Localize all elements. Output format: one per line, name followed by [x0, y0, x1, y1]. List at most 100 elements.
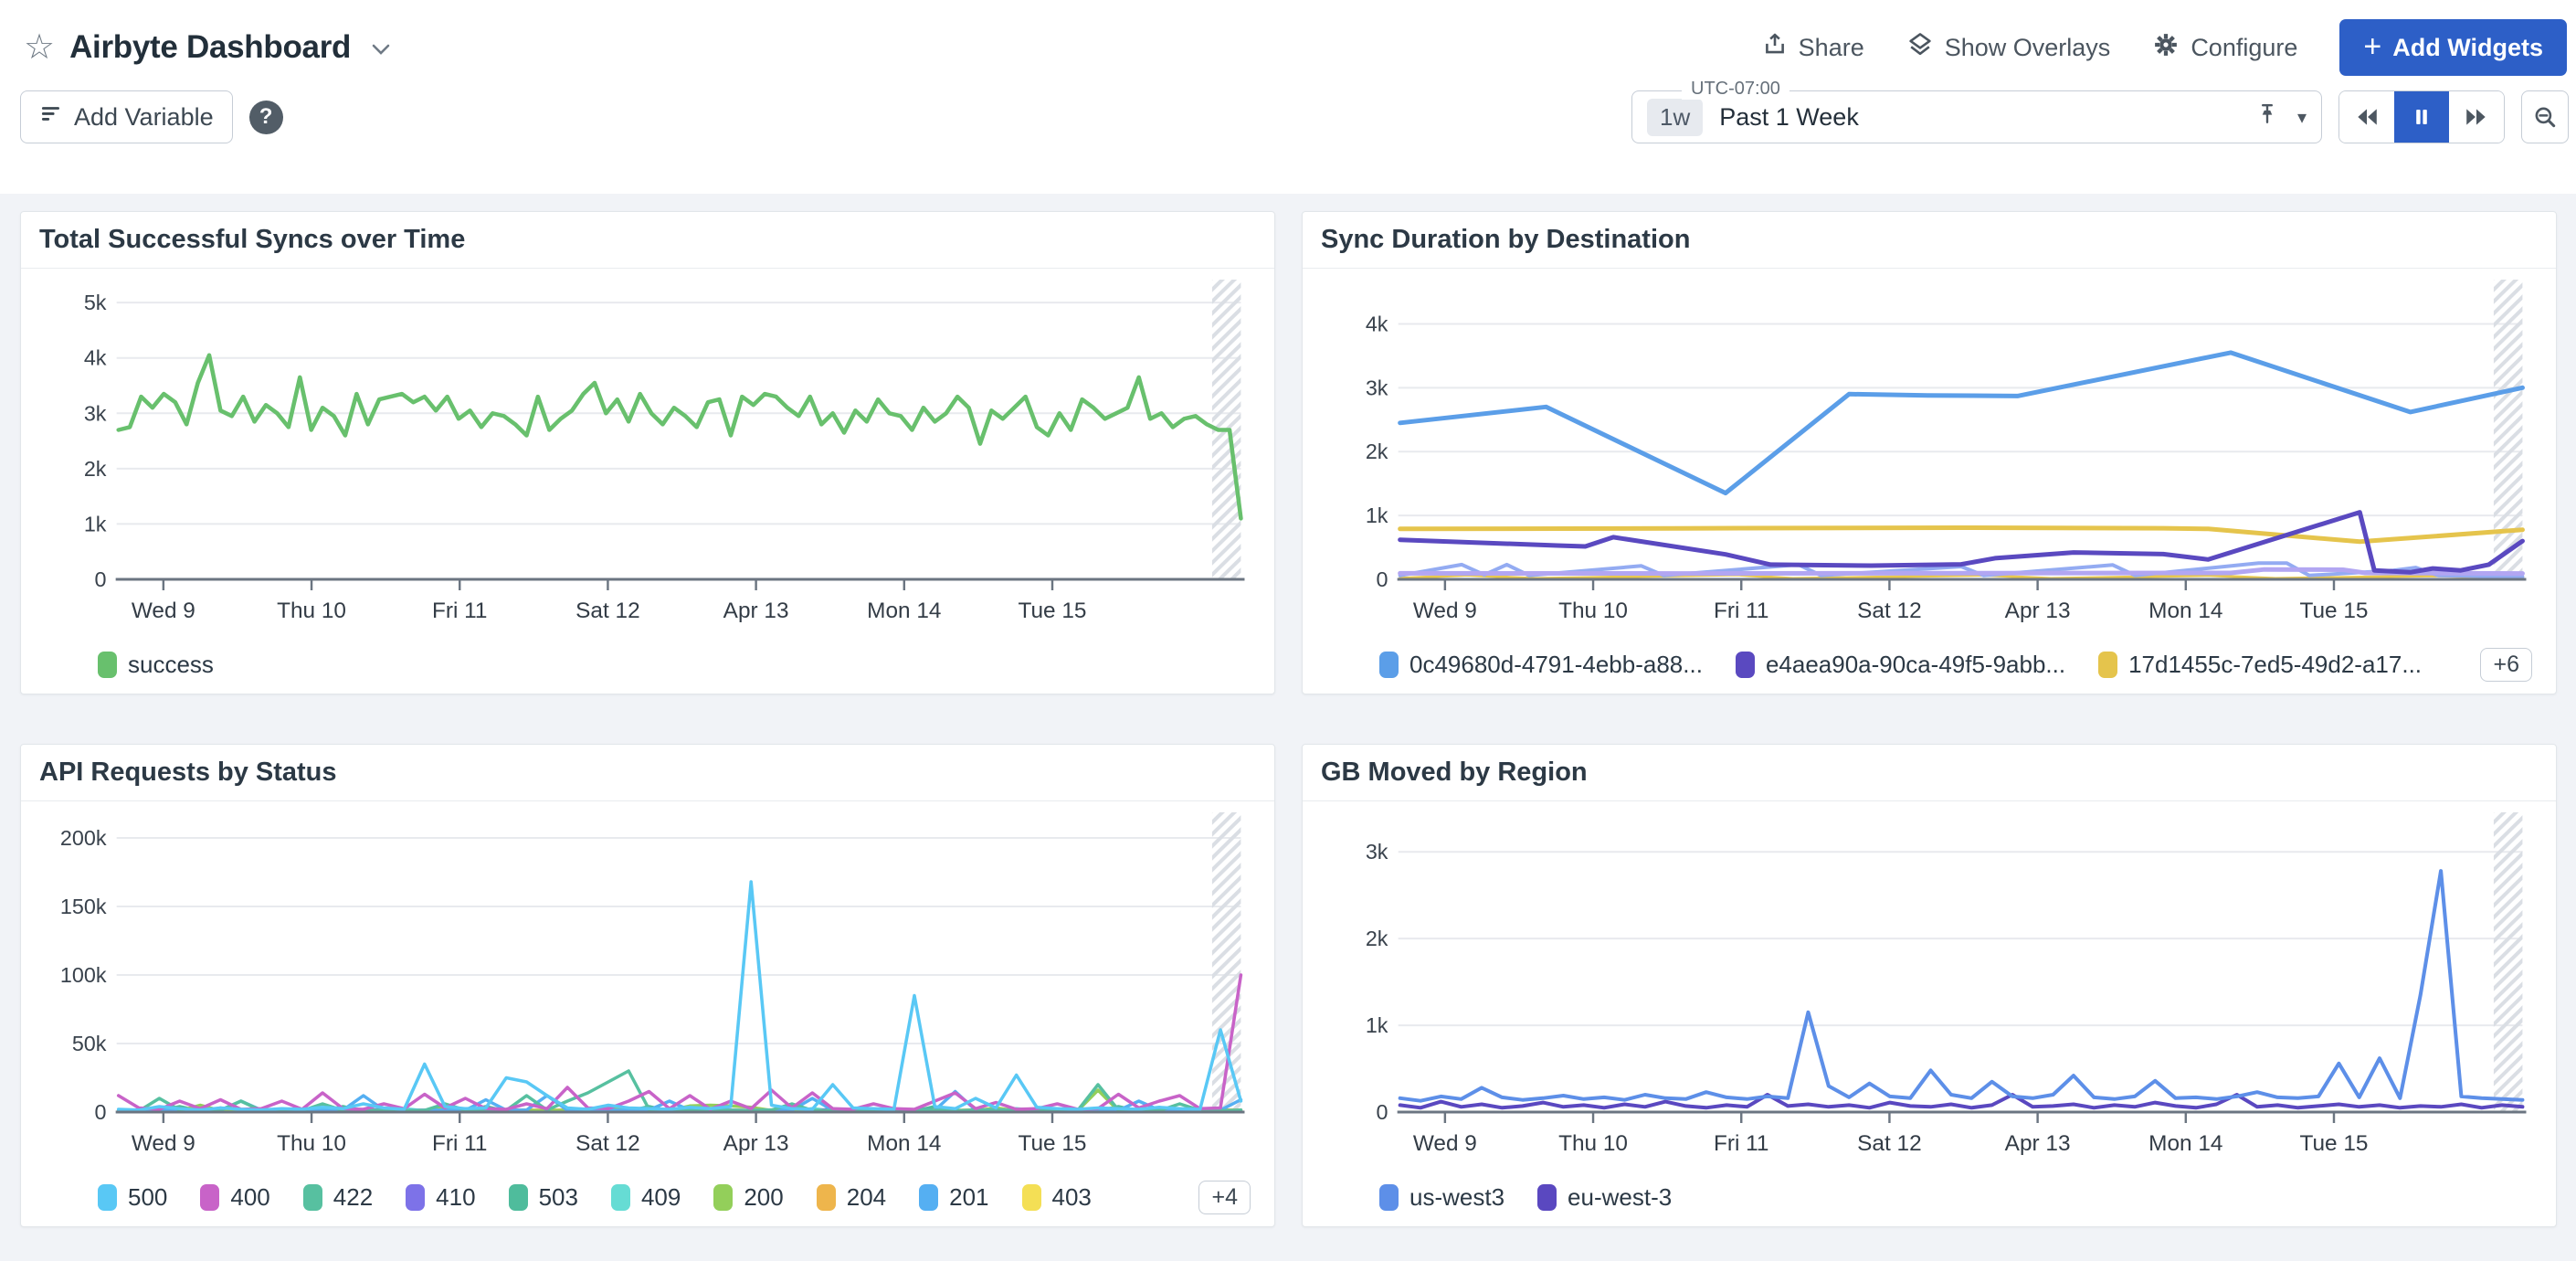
- svg-text:Thu 10: Thu 10: [1558, 1131, 1628, 1156]
- time-forward-button[interactable]: [2449, 91, 2504, 143]
- svg-text:Fri 11: Fri 11: [1714, 1131, 1769, 1156]
- svg-text:Mon 14: Mon 14: [867, 599, 941, 623]
- widget-total-successful-syncs: Total Successful Syncs over Time 01k2k3k…: [20, 211, 1275, 694]
- chart-canvas: 01k2k3k4kWed 9Thu 10Fri 11Sat 12Apr 13Mo…: [1303, 274, 2556, 641]
- svg-text:200k: 200k: [60, 826, 107, 850]
- widget-gb-moved-by-region: GB Moved by Region 01k2k3kWed 9Thu 10Fri…: [1302, 744, 2557, 1227]
- legend-item[interactable]: us-west3: [1379, 1183, 1504, 1212]
- favorite-star-icon[interactable]: ☆: [24, 30, 55, 65]
- legend-swatch: [817, 1184, 836, 1211]
- legend-item[interactable]: 409: [611, 1183, 681, 1212]
- share-button[interactable]: Share: [1762, 32, 1864, 64]
- legend-overflow-badge[interactable]: +4: [1198, 1181, 1251, 1214]
- svg-text:Fri 11: Fri 11: [432, 1131, 488, 1156]
- legend-label: 201: [949, 1183, 988, 1212]
- legend-swatch: [200, 1184, 219, 1211]
- legend-item[interactable]: 400: [200, 1183, 269, 1212]
- legend-item[interactable]: 0c49680d-4791-4ebb-a88...: [1379, 651, 1703, 679]
- svg-text:3k: 3k: [1366, 376, 1388, 400]
- widget-title[interactable]: Total Successful Syncs over Time: [21, 212, 1274, 269]
- chart-legend: us-west3 eu-west-3: [1303, 1174, 2556, 1225]
- chart-area: 01k2k3k4kWed 9Thu 10Fri 11Sat 12Apr 13Mo…: [1303, 274, 2556, 641]
- dashboard-header: ☆ Airbyte Dashboard Share: [0, 0, 2576, 194]
- svg-text:2k: 2k: [1366, 927, 1388, 950]
- svg-text:0: 0: [1377, 567, 1388, 591]
- zoom-out-button[interactable]: [2521, 90, 2569, 143]
- gear-icon: [2152, 31, 2180, 65]
- chart-canvas: 01k2k3kWed 9Thu 10Fri 11Sat 12Apr 13Mon …: [1303, 807, 2556, 1174]
- legend-label: 204: [847, 1183, 886, 1212]
- chart-area: 01k2k3kWed 9Thu 10Fri 11Sat 12Apr 13Mon …: [1303, 807, 2556, 1174]
- svg-text:Tue 15: Tue 15: [2299, 599, 2368, 623]
- svg-text:1k: 1k: [1366, 503, 1388, 527]
- svg-text:Wed 9: Wed 9: [132, 599, 195, 623]
- legend-item[interactable]: e4aea90a-90ca-49f5-9abb...: [1736, 651, 2065, 679]
- range-shortcut-pill[interactable]: 1w: [1647, 99, 1703, 136]
- legend-item[interactable]: 422: [303, 1183, 373, 1212]
- svg-text:150k: 150k: [60, 895, 107, 918]
- svg-text:0: 0: [1377, 1100, 1388, 1124]
- legend-overflow-badge[interactable]: +6: [2480, 648, 2532, 682]
- share-icon: [1762, 32, 1788, 64]
- time-backward-button[interactable]: [2339, 91, 2394, 143]
- header-title-row: ☆ Airbyte Dashboard Share: [0, 0, 2576, 77]
- add-widgets-label: Add Widgets: [2392, 34, 2543, 62]
- range-label: Past 1 Week: [1719, 103, 2255, 132]
- legend-label: 500: [128, 1183, 167, 1212]
- svg-text:4k: 4k: [84, 346, 107, 370]
- legend-swatch: [406, 1184, 425, 1211]
- configure-button[interactable]: Configure: [2152, 31, 2297, 65]
- help-icon[interactable]: ?: [249, 101, 283, 134]
- chart-canvas: 050k100k150k200kWed 9Thu 10Fri 11Sat 12A…: [21, 807, 1274, 1174]
- range-caret-icon[interactable]: ▾: [2297, 106, 2307, 129]
- svg-text:Apr 13: Apr 13: [723, 599, 789, 623]
- legend-item[interactable]: 17d1455c-7ed5-49d2-a17...: [2098, 651, 2422, 679]
- add-variable-button[interactable]: Add Variable: [20, 90, 233, 143]
- legend-item[interactable]: 403: [1022, 1183, 1092, 1212]
- widget-title[interactable]: GB Moved by Region: [1303, 745, 2556, 801]
- legend-item[interactable]: 410: [406, 1183, 475, 1212]
- legend-swatch: [713, 1184, 733, 1211]
- legend-swatch: [98, 1184, 117, 1211]
- svg-text:Mon 14: Mon 14: [867, 1131, 941, 1156]
- widget-api-requests-by-status: API Requests by Status 050k100k150k200kW…: [20, 744, 1275, 1227]
- legend-item[interactable]: 503: [509, 1183, 578, 1212]
- header-controls-row: Add Variable ? UTC-07:00 1w Past 1 Week …: [0, 90, 2576, 144]
- legend-item[interactable]: 204: [817, 1183, 886, 1212]
- svg-text:Tue 15: Tue 15: [1018, 599, 1086, 623]
- plus-icon: +: [2363, 31, 2381, 62]
- svg-text:Fri 11: Fri 11: [432, 599, 488, 623]
- widget-title[interactable]: Sync Duration by Destination: [1303, 212, 2556, 269]
- legend-item[interactable]: 200: [713, 1183, 783, 1212]
- legend-item[interactable]: success: [98, 651, 214, 679]
- widget-title[interactable]: API Requests by Status: [21, 745, 1274, 801]
- legend-swatch: [1379, 1184, 1399, 1211]
- legend-label: e4aea90a-90ca-49f5-9abb...: [1766, 651, 2065, 679]
- pin-icon[interactable]: [2255, 102, 2279, 132]
- svg-text:Apr 13: Apr 13: [723, 1131, 789, 1156]
- svg-text:100k: 100k: [60, 963, 107, 987]
- svg-text:Sat 12: Sat 12: [1857, 599, 1922, 623]
- legend-label: 503: [539, 1183, 578, 1212]
- svg-text:Thu 10: Thu 10: [1558, 599, 1628, 623]
- svg-text:4k: 4k: [1366, 313, 1388, 336]
- legend-item[interactable]: 201: [919, 1183, 988, 1212]
- legend-swatch: [509, 1184, 528, 1211]
- add-widgets-button[interactable]: + Add Widgets: [2339, 19, 2567, 76]
- legend-label: 400: [230, 1183, 269, 1212]
- svg-text:3k: 3k: [1366, 840, 1388, 864]
- title-dropdown-icon[interactable]: [369, 41, 393, 62]
- share-label: Share: [1799, 34, 1864, 62]
- pause-button[interactable]: [2394, 91, 2449, 143]
- svg-text:Fri 11: Fri 11: [1714, 599, 1769, 623]
- show-overlays-button[interactable]: Show Overlays: [1906, 32, 2111, 64]
- timezone-label: UTC-07:00: [1682, 79, 1789, 100]
- dashboard-grid: Total Successful Syncs over Time 0 1k 2k 3k…: [0, 194, 2576, 1227]
- svg-text:Tue 15: Tue 15: [1018, 1131, 1086, 1156]
- header-actions: Share Show Overlays Configure + Add: [1762, 19, 2567, 76]
- legend-item[interactable]: eu-west-3: [1537, 1183, 1672, 1212]
- legend-swatch: [303, 1184, 322, 1211]
- legend-item[interactable]: 500: [98, 1183, 167, 1212]
- time-range-picker[interactable]: UTC-07:00 1w Past 1 Week ▾: [1631, 90, 2322, 143]
- svg-text:Wed 9: Wed 9: [1413, 1131, 1477, 1156]
